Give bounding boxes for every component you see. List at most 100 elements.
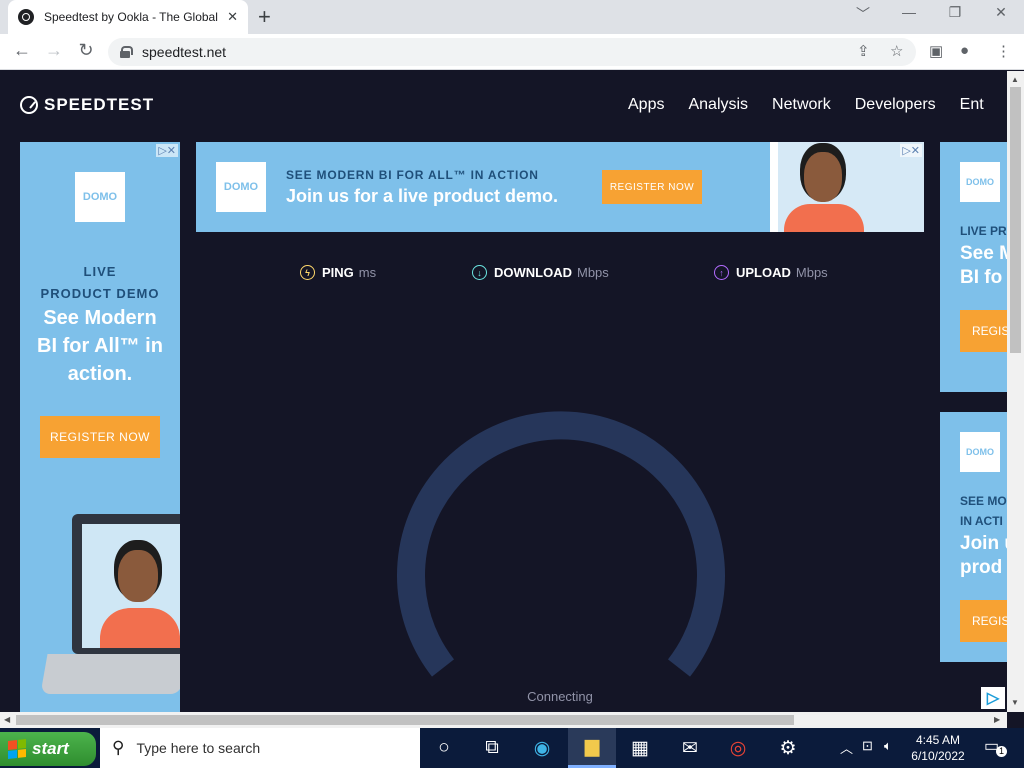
ad-left-line1: LIVE bbox=[83, 264, 117, 279]
profile-avatar-icon[interactable]: ● bbox=[960, 42, 969, 59]
nav-developers[interactable]: Developers bbox=[855, 96, 936, 114]
bookmark-star-icon[interactable]: ☆ bbox=[890, 42, 903, 60]
upload-unit: Mbps bbox=[795, 265, 828, 280]
clock-date: 6/10/2022 bbox=[911, 749, 965, 763]
notification-count: 1 bbox=[996, 746, 1007, 757]
speedtest-favicon-icon bbox=[18, 9, 34, 25]
scroll-up-arrow-icon[interactable]: ▲ bbox=[1011, 75, 1019, 84]
download-unit: Mbps bbox=[577, 265, 609, 280]
windows-taskbar: start ⚲ Type here to search ○ ⧉ ◉ ▆ ▦ ✉ … bbox=[0, 728, 1024, 768]
adchoices-icon[interactable]: ▷✕ bbox=[900, 144, 922, 157]
ad-right2-line3: prod bbox=[960, 557, 1003, 578]
taskbar-search[interactable]: ⚲ Type here to search bbox=[100, 728, 420, 768]
lock-icon[interactable] bbox=[120, 46, 133, 58]
file-explorer-icon[interactable]: ▆ bbox=[568, 728, 616, 768]
url-text[interactable]: speedtest.net bbox=[142, 44, 226, 60]
ad-photo: ▷✕ bbox=[770, 142, 924, 232]
vertical-scrollbar[interactable]: ▲ ▼ bbox=[1007, 71, 1024, 712]
top-navigation: Apps Analysis Network Developers Ent bbox=[628, 96, 984, 114]
arrow-up-icon: ↑ bbox=[714, 265, 729, 280]
ad-right1-line3: BI fo bbox=[960, 267, 1003, 288]
bolt-icon: ϟ bbox=[300, 265, 315, 280]
search-icon: ⚲ bbox=[112, 738, 125, 757]
task-view-icon[interactable]: ⧉ bbox=[468, 728, 516, 768]
browser-toolbar: ← → ↻ speedtest.net ⇪ ☆ ▣ ● ⋮ bbox=[0, 34, 1024, 70]
horizontal-scrollbar[interactable]: ◀ ▶ bbox=[0, 712, 1007, 728]
system-clock[interactable]: 4:45 AM 6/10/2022 bbox=[900, 732, 976, 764]
browser-tab[interactable]: Speedtest by Ookla - The Global ✕ bbox=[8, 0, 248, 34]
connecting-status: Connecting bbox=[527, 689, 593, 704]
forward-arrow-icon[interactable]: → bbox=[42, 40, 66, 61]
scroll-right-arrow-icon[interactable]: ▶ bbox=[994, 715, 1000, 724]
clock-time: 4:45 AM bbox=[915, 733, 961, 747]
tray-chevron-up-icon[interactable]: ︿ bbox=[840, 738, 853, 757]
laptop-illustration bbox=[72, 514, 180, 654]
chrome-icon[interactable]: ◎ bbox=[714, 728, 762, 768]
share-icon[interactable]: ⇪ bbox=[857, 42, 870, 60]
domo-logo: DOMO bbox=[960, 162, 1000, 202]
reload-icon[interactable]: ↻ bbox=[74, 40, 98, 61]
new-tab-button[interactable]: + bbox=[258, 4, 271, 30]
close-window-button[interactable]: ✕ bbox=[978, 4, 1024, 21]
horizontal-scroll-thumb[interactable] bbox=[16, 715, 794, 725]
ad-top-register-button[interactable]: REGISTER NOW bbox=[602, 170, 702, 204]
upload-metric: ↑ UPLOAD Mbps bbox=[714, 265, 828, 280]
vertical-scroll-thumb[interactable] bbox=[1010, 87, 1021, 353]
tab-close-icon[interactable]: ✕ bbox=[227, 9, 238, 25]
search-placeholder: Type here to search bbox=[136, 740, 261, 756]
download-metric: ↓ DOWNLOAD Mbps bbox=[472, 265, 609, 280]
top-banner-ad[interactable]: DOMO SEE MODERN BI FOR ALL™ IN ACTION Jo… bbox=[196, 142, 924, 232]
adchoices-icon[interactable]: ▷✕ bbox=[156, 144, 178, 157]
logo-text: SPEEDTEST bbox=[44, 95, 155, 114]
left-skyscraper-ad[interactable]: ▷✕ DOMO LIVE PRODUCT DEMO See Modern BI … bbox=[20, 142, 180, 712]
nav-analysis[interactable]: Analysis bbox=[688, 96, 748, 114]
speed-gauge bbox=[397, 411, 725, 677]
side-panel-icon[interactable]: ▣ bbox=[929, 42, 943, 60]
address-bar[interactable]: speedtest.net bbox=[108, 38, 916, 66]
network-icon[interactable]: ⊡ bbox=[862, 738, 873, 754]
cortana-icon[interactable]: ○ bbox=[420, 728, 468, 768]
speedtest-logo[interactable]: SPEEDTEST bbox=[20, 95, 154, 115]
tab-search-icon[interactable]: ﹀ bbox=[840, 4, 886, 24]
ping-unit: ms bbox=[358, 265, 377, 280]
ping-metric: ϟ PING ms bbox=[300, 265, 376, 280]
store-icon[interactable]: ▦ bbox=[616, 728, 664, 768]
download-label: DOWNLOAD bbox=[494, 265, 572, 280]
arrow-down-icon: ↓ bbox=[472, 265, 487, 280]
tab-strip: Speedtest by Ookla - The Global ✕ + ﹀ — … bbox=[0, 0, 1024, 34]
mail-icon[interactable]: ✉ bbox=[666, 728, 714, 768]
ad-left-register-button[interactable]: REGISTER NOW bbox=[40, 416, 160, 458]
right-ad-2[interactable]: DOMO SEE MO IN ACTI Join u prod REGIS bbox=[940, 412, 1007, 662]
upload-label: UPLOAD bbox=[736, 265, 791, 280]
ad-right2-register-button[interactable]: REGIS bbox=[960, 600, 1007, 642]
speedtest-page: SPEEDTEST Apps Analysis Network Develope… bbox=[0, 71, 1007, 712]
ping-label: PING bbox=[322, 265, 354, 280]
domo-logo: DOMO bbox=[216, 162, 266, 212]
ad-right1-register-button[interactable]: REGIS bbox=[960, 310, 1007, 352]
menu-dots-icon[interactable]: ⋮ bbox=[996, 42, 1011, 60]
restore-button[interactable]: ❐ bbox=[932, 4, 978, 21]
volume-icon[interactable]: 🔈︎ bbox=[884, 738, 892, 754]
start-label: start bbox=[32, 739, 69, 758]
start-button[interactable]: start bbox=[0, 732, 96, 766]
nav-apps[interactable]: Apps bbox=[628, 96, 664, 114]
adchoices-corner-icon[interactable]: ▷ bbox=[981, 687, 1005, 709]
ad-right2-line1: SEE MO bbox=[960, 494, 1007, 508]
windows-logo-icon bbox=[8, 739, 26, 759]
scroll-down-arrow-icon[interactable]: ▼ bbox=[1011, 698, 1019, 707]
ad-left-headline: See Modern BI for All™ in action. bbox=[37, 307, 163, 385]
notification-center-icon[interactable]: ▭ 1 bbox=[984, 736, 1007, 757]
edge-icon[interactable]: ◉ bbox=[518, 728, 566, 768]
domo-logo: DOMO bbox=[960, 432, 1000, 472]
nav-enterprise[interactable]: Ent bbox=[960, 96, 984, 114]
nav-network[interactable]: Network bbox=[772, 96, 831, 114]
ad-right1-line1: LIVE PR bbox=[960, 224, 1007, 238]
back-arrow-icon[interactable]: ← bbox=[10, 40, 34, 61]
minimize-button[interactable]: — bbox=[886, 4, 932, 20]
scroll-left-arrow-icon[interactable]: ◀ bbox=[4, 715, 10, 724]
ad-top-line1: SEE MODERN BI FOR ALL™ IN ACTION bbox=[286, 168, 539, 182]
domo-logo: DOMO bbox=[75, 172, 125, 222]
laptop-keyboard bbox=[40, 654, 180, 694]
settings-gear-icon[interactable]: ⚙ bbox=[764, 728, 812, 768]
right-ad-1[interactable]: DOMO LIVE PR See M BI fo REGIS bbox=[940, 142, 1007, 392]
